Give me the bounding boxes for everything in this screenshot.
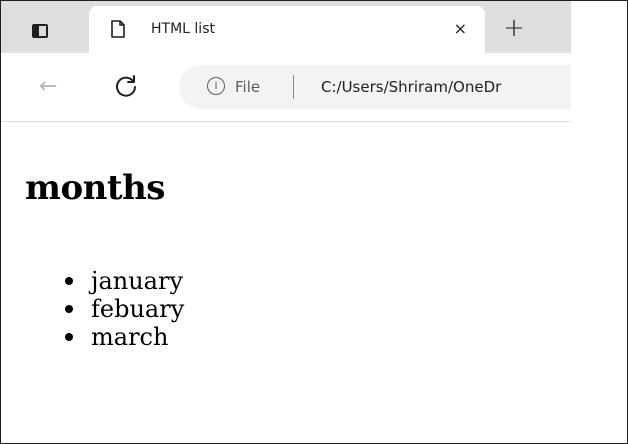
list-item-text: january xyxy=(91,267,184,295)
address-separator xyxy=(293,75,294,99)
bullet-icon xyxy=(65,305,73,313)
window-edge xyxy=(571,1,627,121)
tab-title: HTML list xyxy=(151,21,215,37)
new-tab-button[interactable]: + xyxy=(499,15,529,41)
info-icon[interactable]: i xyxy=(207,77,225,95)
url-text[interactable]: C:/Users/Shriram/OneDr xyxy=(321,77,501,97)
address-bar[interactable]: i File C:/Users/Shriram/OneDr xyxy=(179,65,599,109)
page-content: months january febuary march xyxy=(1,122,627,443)
list-item-text: march xyxy=(91,323,169,351)
browser-window: HTML list × + ← i File C:/Users/Shriram/… xyxy=(0,0,628,444)
tab-strip: HTML list × + xyxy=(1,1,571,53)
document-icon xyxy=(111,20,125,38)
scheme-label: File xyxy=(235,78,261,96)
month-list: january febuary march xyxy=(65,264,184,354)
list-item-text: febuary xyxy=(91,295,185,323)
bullet-icon xyxy=(65,277,73,285)
tab-html-list[interactable]: HTML list × xyxy=(89,6,485,53)
back-arrow-icon[interactable]: ← xyxy=(39,75,57,99)
list-item: march xyxy=(65,320,184,354)
close-tab-icon[interactable]: × xyxy=(454,19,467,39)
tab-actions-icon xyxy=(32,24,48,38)
page-heading: months xyxy=(25,168,165,208)
bullet-icon xyxy=(65,333,73,341)
reload-icon[interactable] xyxy=(113,73,139,99)
tab-actions-button[interactable] xyxy=(19,13,61,49)
browser-toolbar: ← i File C:/Users/Shriram/OneDr xyxy=(1,53,599,122)
